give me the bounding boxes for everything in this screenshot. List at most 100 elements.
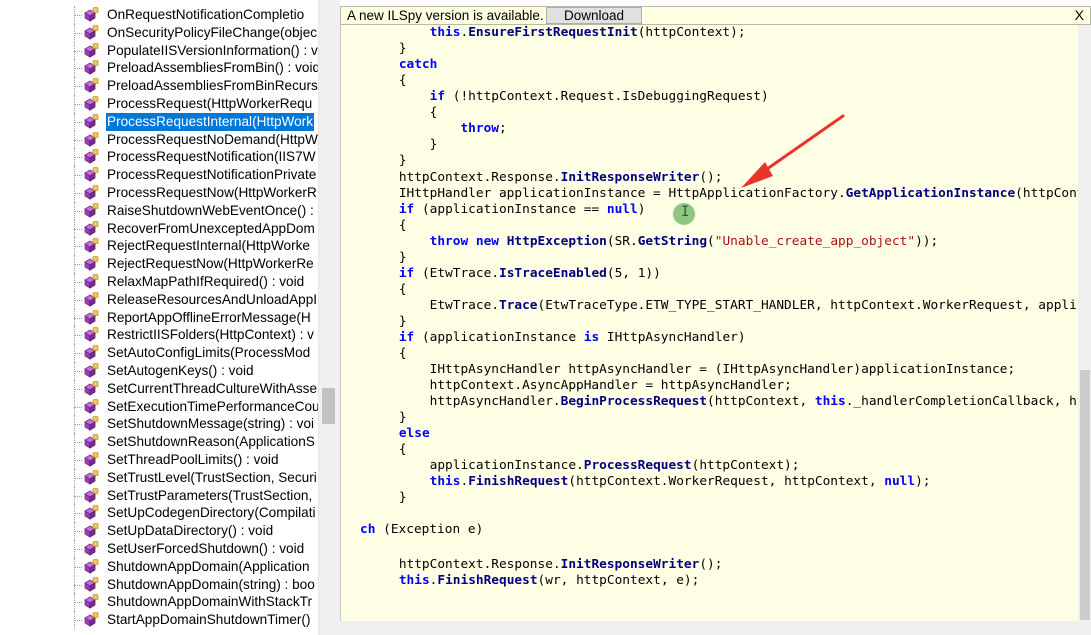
tree-item[interactable]: PreloadAssembliesFromBinRecurs xyxy=(0,77,318,95)
tree-item[interactable]: RecoverFromUnexceptedAppDom xyxy=(0,219,318,238)
code-member: Trace xyxy=(498,298,538,313)
tree-item[interactable]: ShutdownAppDomain(string) : boo xyxy=(0,575,318,594)
private-method-icon xyxy=(84,612,99,627)
code-horizontal-scrollbar[interactable] xyxy=(340,621,1091,635)
tree-item-label: ProcessRequestNotification(IIS7W xyxy=(107,149,316,165)
tree-item[interactable]: SetTrustParameters(TrustSection, xyxy=(0,486,318,505)
tree-item[interactable]: SetShutdownMessage(string) : voi xyxy=(0,415,318,434)
private-method-icon xyxy=(84,238,99,254)
tree-item[interactable]: ReportAppOfflineErrorMessage(H xyxy=(0,308,318,327)
code-keyword: if xyxy=(398,266,415,281)
tree-item[interactable]: SetAutoConfigLimits(ProcessMod xyxy=(0,344,318,362)
code-text: } xyxy=(368,41,407,56)
code-text: ) xyxy=(637,202,646,217)
code-text: (wr, httpContext, e); xyxy=(537,573,700,588)
tree-item[interactable]: SetExecutionTimePerformanceCou xyxy=(0,397,318,416)
tree-item[interactable]: ProcessRequestNotificationPrivate xyxy=(0,166,318,184)
member-list: OnRequestNotificationCompletio OnSecurity… xyxy=(0,6,318,629)
code-text: } xyxy=(368,490,407,505)
tree-item[interactable]: ProcessRequestInternal(HttpWork xyxy=(0,112,318,131)
code-text: EtwTrace. xyxy=(368,298,499,313)
download-button[interactable]: Download xyxy=(546,7,642,24)
tree-item[interactable]: RejectRequestInternal(HttpWorke xyxy=(0,237,318,256)
code-string: "Unable_create_app_object" xyxy=(714,234,916,249)
tree-item-label: SetThreadPoolLimits() : void xyxy=(107,451,279,467)
private-method-icon xyxy=(84,505,99,521)
tree-item[interactable]: ProcessRequestNotification(IIS7W xyxy=(0,148,318,167)
tree-guide-line xyxy=(74,602,82,604)
code-keyword: if xyxy=(398,202,415,217)
tree-item-label: SetAutogenKeys() : void xyxy=(107,362,254,378)
tree-guide-line xyxy=(74,459,82,461)
tree-item[interactable]: OnSecurityPolicyFileChange(objec xyxy=(0,23,318,42)
tree-item[interactable]: SetUpCodegenDirectory(Compilati xyxy=(0,504,318,523)
tree-scrollbar[interactable] xyxy=(318,0,337,635)
code-member: FinishRequest xyxy=(468,474,569,489)
tree-item[interactable]: SetUpDataDirectory() : void xyxy=(0,522,318,540)
tree-scrollbar-thumb[interactable] xyxy=(322,388,335,424)
tree-item-label: ProcessRequestInternal(HttpWork xyxy=(106,112,315,131)
code-text: } xyxy=(368,137,438,152)
code-line: } xyxy=(368,250,407,266)
code-member: FinishRequest xyxy=(437,573,538,588)
private-method-icon xyxy=(84,416,99,432)
tree-item[interactable]: SetTrustLevel(TrustSection, Securi xyxy=(0,468,318,487)
private-method-icon xyxy=(84,576,99,592)
tree-item-label: SetShutdownMessage(string) : voi xyxy=(107,416,315,432)
private-method-icon xyxy=(84,274,99,289)
tree-guide-line xyxy=(74,68,82,70)
tree-item[interactable]: SetCurrentThreadCultureWithAsse xyxy=(0,379,318,398)
tree-item[interactable]: ProcessRequest(HttpWorkerRequ xyxy=(0,94,318,113)
code-member: BeginProcessRequest xyxy=(560,394,708,409)
tree-item-label: SetAutoConfigLimits(ProcessMod xyxy=(107,345,311,361)
code-line: if (EtwTrace.IsTraceEnabled(5, 1)) xyxy=(368,266,661,282)
tree-item[interactable]: SetAutogenKeys() : void xyxy=(0,361,318,380)
tree-item[interactable]: OnRequestNotificationCompletio xyxy=(0,6,318,24)
tree-item[interactable]: RejectRequestNow(HttpWorkerRe xyxy=(0,255,318,273)
tree-item[interactable]: ProcessRequestNoDemand(HttpW xyxy=(0,130,318,149)
tree-item[interactable]: ReleaseResourcesAndUnloadAppI xyxy=(0,290,318,309)
code-keyword: if xyxy=(429,89,446,104)
tree-item[interactable]: PreloadAssembliesFromBin() : void xyxy=(0,59,318,78)
private-method-icon xyxy=(84,434,99,449)
private-method-icon xyxy=(84,363,99,378)
code-vertical-scrollbar[interactable] xyxy=(1078,25,1091,621)
decompiled-code-view[interactable]: this.EnsureFirstRequestInit(httpContext)… xyxy=(340,25,1079,621)
tree-item[interactable]: ShutdownAppDomainWithStackTr xyxy=(0,593,318,612)
close-notification-button[interactable]: X xyxy=(1075,7,1084,24)
code-line: IHttpHandler applicationInstance = HttpA… xyxy=(368,186,1079,202)
code-line: this.FinishRequest(wr, httpContext, e); xyxy=(368,573,700,589)
tree-item[interactable]: SetThreadPoolLimits() : void xyxy=(0,450,318,469)
code-member: EnsureFirstRequestInit xyxy=(468,25,638,40)
tree-item[interactable]: ShutdownAppDomain(Application xyxy=(0,557,318,576)
code-member: ProcessRequest xyxy=(583,458,692,473)
tree-item[interactable]: PopulateIISVersionInformation() : v xyxy=(0,41,318,60)
code-scrollbar-thumb[interactable] xyxy=(1080,370,1090,620)
tree-item[interactable]: RestrictIISFolders(HttpContext) : v xyxy=(0,326,318,345)
private-method-icon xyxy=(84,452,99,467)
tree-item-label: ShutdownAppDomain(string) : boo xyxy=(107,576,315,592)
private-method-icon xyxy=(84,380,99,396)
tree-item-label: SetShutdownReason(ApplicationS xyxy=(107,434,315,450)
tree-guide-line xyxy=(74,192,82,194)
code-keyword: this xyxy=(429,474,461,489)
tree-item[interactable]: SetUserForcedShutdown() : void xyxy=(0,539,318,558)
private-method-icon xyxy=(84,256,99,271)
code-text: httpContext.Response. xyxy=(368,170,561,185)
tree-item[interactable]: RaiseShutdownWebEventOnce() : xyxy=(0,201,318,220)
tree-item[interactable]: RelaxMapPathIfRequired() : void xyxy=(0,272,318,291)
tree-item-label: PreloadAssembliesFromBinRecurs xyxy=(107,78,318,94)
private-method-icon xyxy=(84,78,99,93)
code-line: } xyxy=(368,137,438,153)
tree-guide-line xyxy=(74,264,82,266)
tree-item[interactable]: ProcessRequestNow(HttpWorkerR xyxy=(0,183,318,202)
code-text: (EtwTrace. xyxy=(414,266,499,281)
code-text: (httpContext, xyxy=(707,394,815,409)
tree-item[interactable]: SetShutdownReason(ApplicationS xyxy=(0,433,318,451)
tree-item[interactable]: StartAppDomainShutdownTimer() xyxy=(0,611,318,629)
